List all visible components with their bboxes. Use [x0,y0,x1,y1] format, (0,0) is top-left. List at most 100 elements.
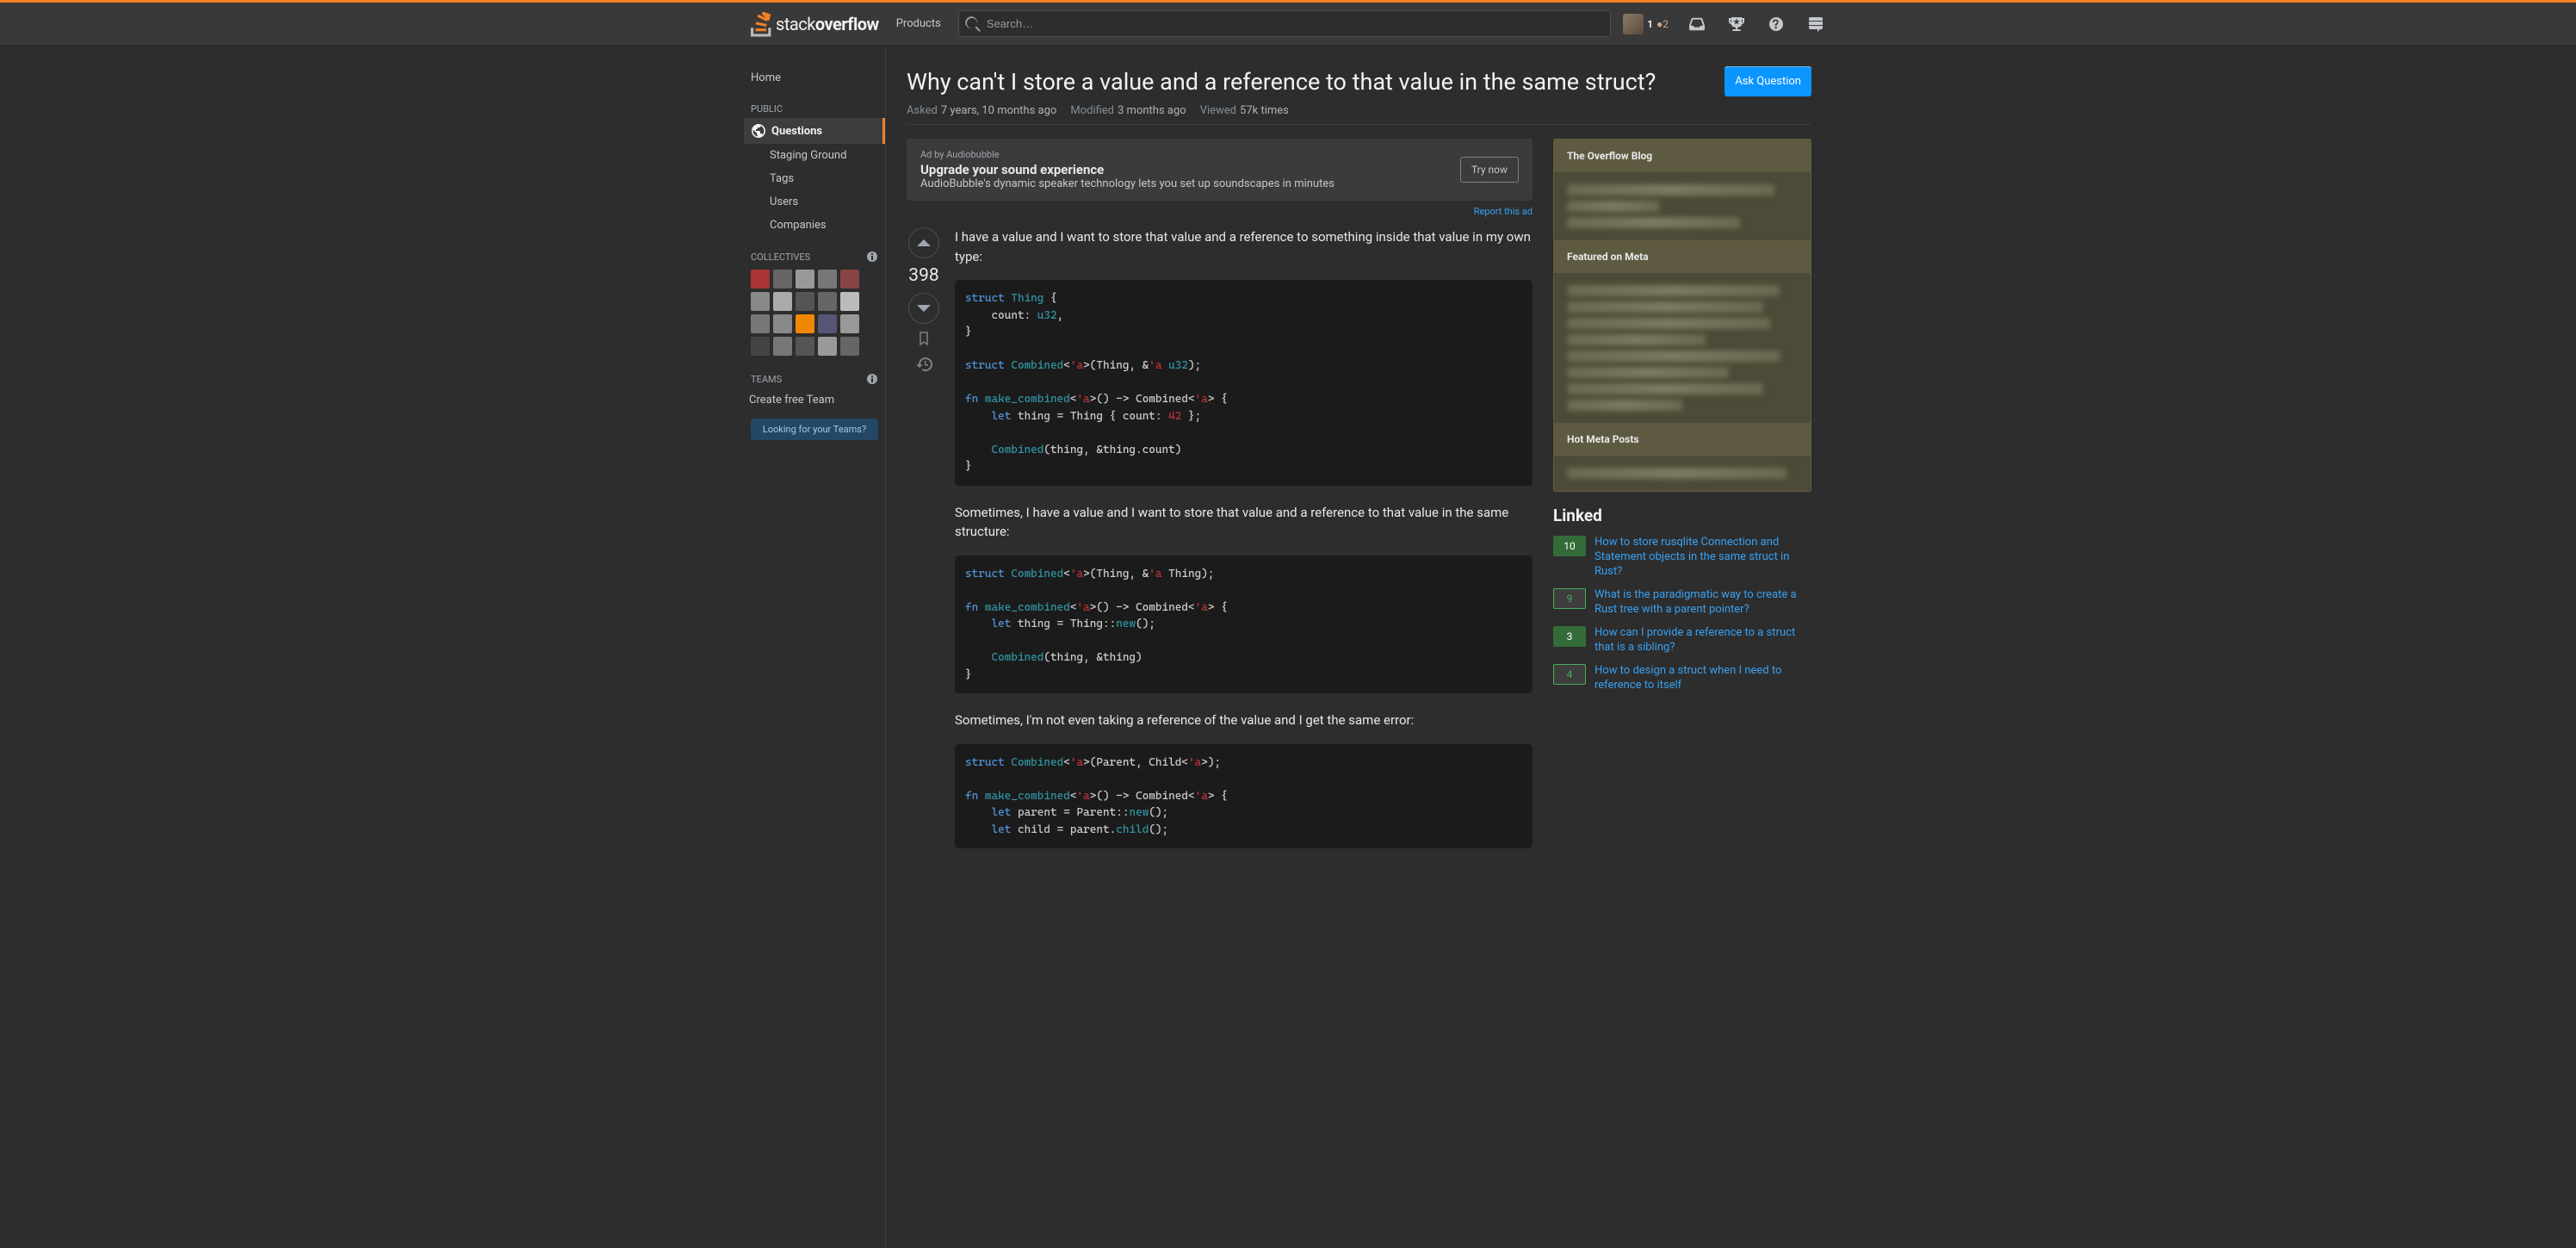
up-arrow-icon [916,239,932,247]
question-title: Why can't I store a value and a referenc… [907,66,1656,97]
paragraph: Sometimes, I have a value and I want to … [955,503,1533,542]
overflow-blog-header: The Overflow Blog [1554,140,1811,172]
nav-questions[interactable]: Questions [744,118,885,144]
score-badge: 10 [1553,536,1586,556]
info-icon[interactable] [866,373,878,385]
right-sidebar: The Overflow Blog Featured on Meta Hot M… [1553,139,1811,866]
collective-chip[interactable] [773,337,792,356]
asked-label: Asked [907,104,938,117]
downvote-button[interactable] [908,293,939,324]
nav-staging-ground[interactable]: Staging Ground [744,144,885,167]
collective-chip[interactable] [818,314,837,333]
main-column: Ad by Audiobubble Upgrade your sound exp… [907,139,1533,866]
collective-chip[interactable] [840,337,859,356]
help-icon[interactable] [1760,16,1793,32]
collective-chip[interactable] [818,292,837,311]
ad-byline: Ad by Audiobubble [920,149,1334,160]
viewed-label: Viewed [1200,104,1236,117]
collective-chip[interactable] [751,292,770,311]
looking-for-teams[interactable]: Looking for your Teams? [751,419,878,440]
nav-home[interactable]: Home [744,66,885,90]
collectives-list [744,266,885,359]
modified-value[interactable]: 3 months ago [1118,104,1186,117]
ad-cta-button[interactable]: Try now [1460,157,1519,183]
left-sidebar: Home PUBLIC Questions Staging Ground Tag… [744,46,885,1248]
linked-title: Linked [1553,506,1811,525]
linked-question-link[interactable]: How to store rusqlite Connection and Sta… [1595,536,1811,580]
stackoverflow-icon [751,11,772,37]
search-input[interactable] [958,10,1611,37]
code-block: struct Thing { count: u32, } struct Comb… [955,280,1533,486]
info-icon[interactable] [866,251,878,263]
logo-link[interactable]: stackoverflow [744,3,886,44]
search-icon [965,16,981,32]
collective-chip[interactable] [818,270,837,289]
nav-teams-header: TEAMS [744,359,885,388]
search-wrap [958,10,1611,37]
topbar-right: 1 ●2 [1618,14,1832,34]
achievements-icon[interactable] [1720,16,1753,32]
score-badge: 9 [1553,588,1586,609]
nav-tags[interactable]: Tags [744,167,885,190]
code-block: struct Combined<'a>(Thing, &'a Thing); f… [955,556,1533,694]
inbox-icon[interactable] [1681,16,1713,32]
collective-chip[interactable] [751,270,770,289]
report-ad-link[interactable]: Report this ad [907,206,1533,217]
linked-question-link[interactable]: What is the paradigmatic way to create a… [1595,588,1811,618]
collective-chip[interactable] [751,337,770,356]
collective-chip[interactable] [773,292,792,311]
user-rep[interactable]: 1 ●2 [1618,14,1674,34]
vote-cell: 398 [907,227,941,866]
score-badge: 4 [1553,664,1586,685]
viewed-value: 57k times [1240,104,1289,117]
linked-item: 4 How to design a struct when I need to r… [1553,664,1811,693]
linked-item: 9 What is the paradigmatic way to create … [1553,588,1811,618]
hot-meta-header: Hot Meta Posts [1554,423,1811,456]
nav-users[interactable]: Users [744,190,885,214]
linked-item: 3How can I provide a reference to a stru… [1553,626,1811,655]
upvote-button[interactable] [908,227,939,258]
down-arrow-icon [916,304,932,313]
create-team-label: Create free Team [749,394,834,407]
create-team-button[interactable]: Create free Team [744,388,885,412]
vote-score: 398 [908,265,938,286]
collective-chip[interactable] [840,270,859,289]
paragraph: I have a value and I want to store that … [955,227,1533,266]
collective-chip[interactable] [796,292,814,311]
collective-chip[interactable] [796,314,814,333]
products-button[interactable]: Products [886,12,951,35]
nav-questions-label: Questions [771,125,822,138]
collective-chip[interactable] [840,292,859,311]
logo-text: stackoverflow [776,14,879,34]
nav-companies[interactable]: Companies [744,214,885,237]
linked-question-link[interactable]: How to design a struct when I need to re… [1595,664,1811,693]
collective-chip[interactable] [796,337,814,356]
collective-chip[interactable] [751,314,770,333]
rep-number: 1 [1647,18,1653,30]
bulletin-box: The Overflow Blog Featured on Meta Hot M… [1553,139,1811,492]
nav-collectives-header: COLLECTIVES [744,237,885,266]
collective-chip[interactable] [818,337,837,356]
content: Why can't I store a value and a referenc… [885,46,1832,1248]
avatar [1623,14,1644,34]
history-icon [916,357,932,372]
linked-list: 10 How to store rusqlite Connection and S… [1553,536,1811,692]
ad-subtext: AudioBubble's dynamic speaker technology… [920,177,1334,190]
site-switcher-icon[interactable] [1799,16,1832,32]
modified-label: Modified [1070,104,1114,117]
question-header: Why can't I store a value and a referenc… [907,66,1811,104]
bookmark-button[interactable] [916,331,932,350]
collective-chip[interactable] [840,314,859,333]
linked-question-link[interactable]: How can I provide a reference to a struc… [1595,626,1811,655]
collective-chip[interactable] [796,270,814,289]
timeline-button[interactable] [916,357,932,376]
question-post: 398 I have a value and I want to store t… [907,227,1533,866]
collective-chip[interactable] [773,314,792,333]
asked-value: 7 years, 10 months ago [941,104,1056,117]
code-block: struct Combined<'a>(Parent, Child<'a>); … [955,744,1533,849]
ask-question-button[interactable]: Ask Question [1725,66,1811,96]
ad-headline: Upgrade your sound experience [920,162,1334,177]
collective-chip[interactable] [773,270,792,289]
bookmark-icon [916,331,932,346]
topbar: stackoverflow Products 1 ●2 [0,3,2576,46]
